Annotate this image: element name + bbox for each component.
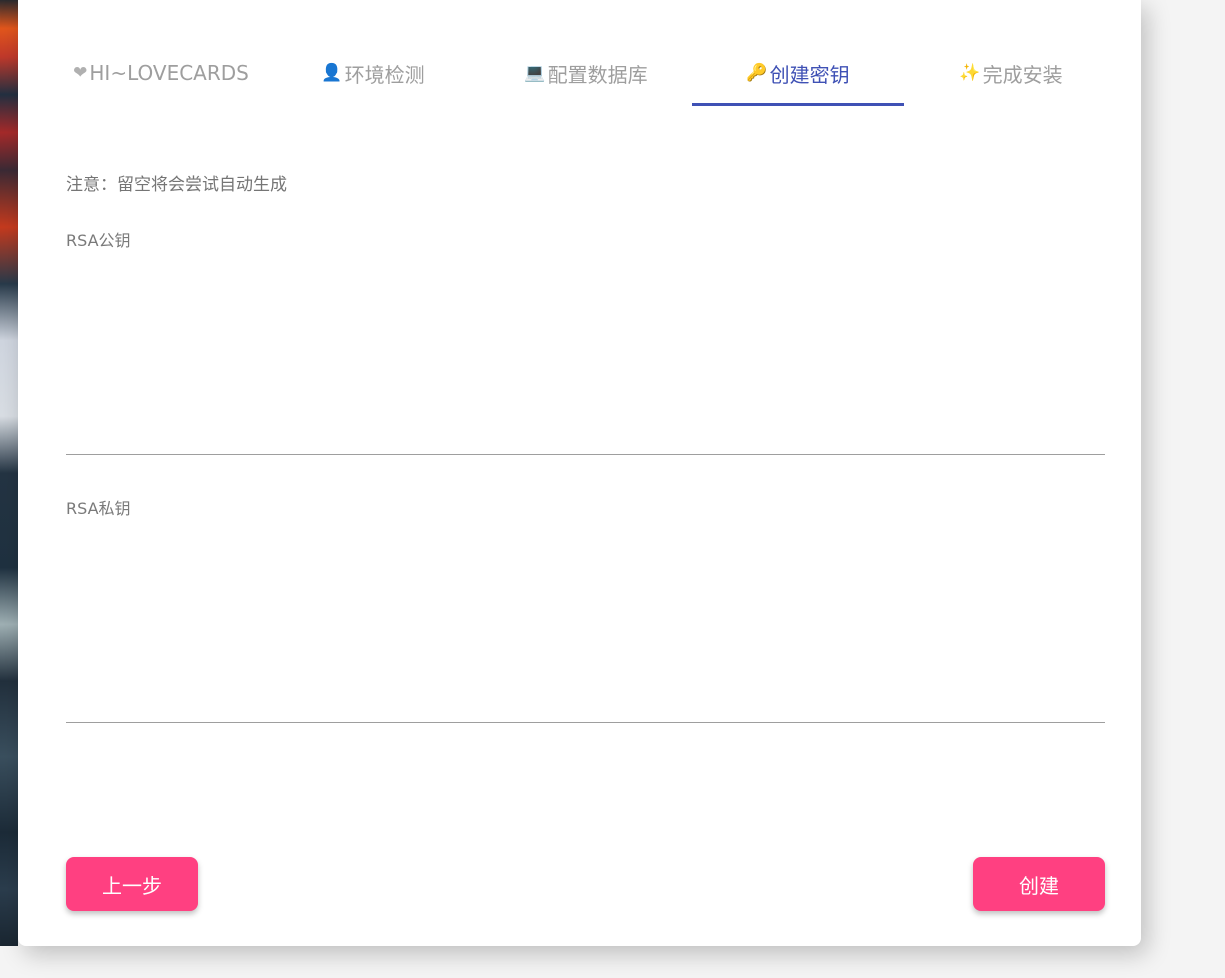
tab-create-keys[interactable]: 🔑 创建密钥 — [692, 40, 904, 106]
create-button[interactable]: 创建 — [973, 857, 1105, 911]
person-icon: 👤 — [321, 63, 343, 83]
private-key-label: RSA私钥 — [66, 499, 131, 518]
tab-label: 完成安装 — [982, 62, 1063, 87]
key-icon: 🔑 — [746, 63, 768, 83]
public-key-label: RSA公钥 — [66, 231, 131, 250]
private-key-textarea[interactable] — [66, 524, 1105, 723]
tab-environment-check[interactable]: 👤 环境检测 — [267, 40, 479, 106]
party-icon: ✨ — [959, 63, 981, 83]
tab-configure-database[interactable]: 💻 配置数据库 — [480, 40, 692, 106]
tab-label: 环境检测 — [344, 62, 425, 87]
laptop-icon: 💻 — [524, 63, 546, 83]
tab-label: HI~LOVECARDS — [89, 61, 249, 85]
heart-icon: ❤ — [73, 63, 88, 83]
background-image — [0, 0, 18, 946]
active-tab-indicator — [692, 103, 904, 106]
auto-generate-note: 注意：留空将会尝试自动生成 — [66, 175, 287, 195]
tab-finish-install[interactable]: ✨ 完成安装 — [905, 40, 1117, 106]
tab-hi-lovecards[interactable]: ❤ HI~LOVECARDS — [55, 40, 267, 106]
tab-label: 配置数据库 — [547, 62, 648, 87]
public-key-textarea[interactable] — [66, 256, 1105, 455]
previous-step-button[interactable]: 上一步 — [66, 857, 198, 911]
tab-label: 创建密钥 — [769, 62, 850, 87]
step-tabs: ❤ HI~LOVECARDS 👤 环境检测 💻 配置数据库 🔑 创建密钥 ✨ 完… — [55, 40, 1119, 106]
install-card: ❤ HI~LOVECARDS 👤 环境检测 💻 配置数据库 🔑 创建密钥 ✨ 完… — [18, 0, 1141, 946]
